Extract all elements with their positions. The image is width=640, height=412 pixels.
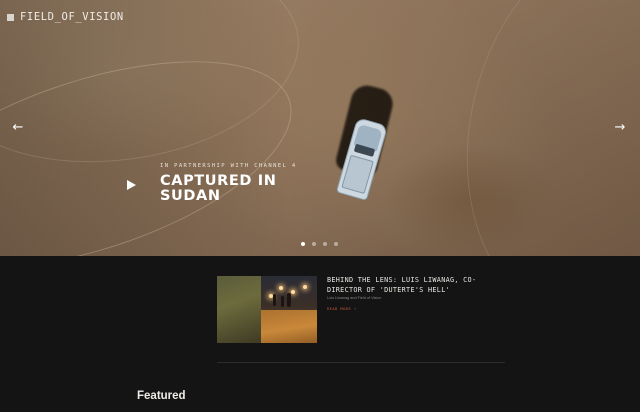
previous-slide-arrow-icon[interactable]: ← <box>10 119 26 137</box>
story-title[interactable]: BEHIND THE LENS: LUIS LIWANAG, CO-DIRECT… <box>327 276 487 295</box>
carousel-dot[interactable] <box>312 242 316 246</box>
section-divider <box>217 362 505 363</box>
logo-square-icon <box>7 13 14 21</box>
carousel-dot[interactable] <box>301 242 305 246</box>
carousel-dot[interactable] <box>334 242 338 246</box>
hero-title[interactable]: CAPTURED IN SUDAN <box>160 174 320 204</box>
logo-text: FIELD_OF_VISION <box>20 11 124 23</box>
carousel-dot[interactable] <box>323 242 327 246</box>
play-button[interactable] <box>124 178 138 192</box>
play-icon <box>127 180 136 190</box>
next-slide-arrow-icon[interactable]: → <box>612 119 628 137</box>
story-thumbnail[interactable] <box>217 276 317 343</box>
story-byline: Luis Liwanag and Field of Vision <box>327 296 382 300</box>
carousel-pagination <box>301 242 338 246</box>
site-logo[interactable]: FIELD_OF_VISION <box>7 11 124 23</box>
read-more-link[interactable]: READ MORE → <box>327 306 357 311</box>
featured-heading: Featured <box>137 390 186 402</box>
hero-carousel: FIELD_OF_VISION ← → IN PARTNERSHIP WITH … <box>0 0 640 256</box>
hero-kicker: IN PARTNERSHIP WITH CHANNEL 4 <box>160 163 297 169</box>
story-card: BEHIND THE LENS: LUIS LIWANAG, CO-DIRECT… <box>217 276 507 344</box>
